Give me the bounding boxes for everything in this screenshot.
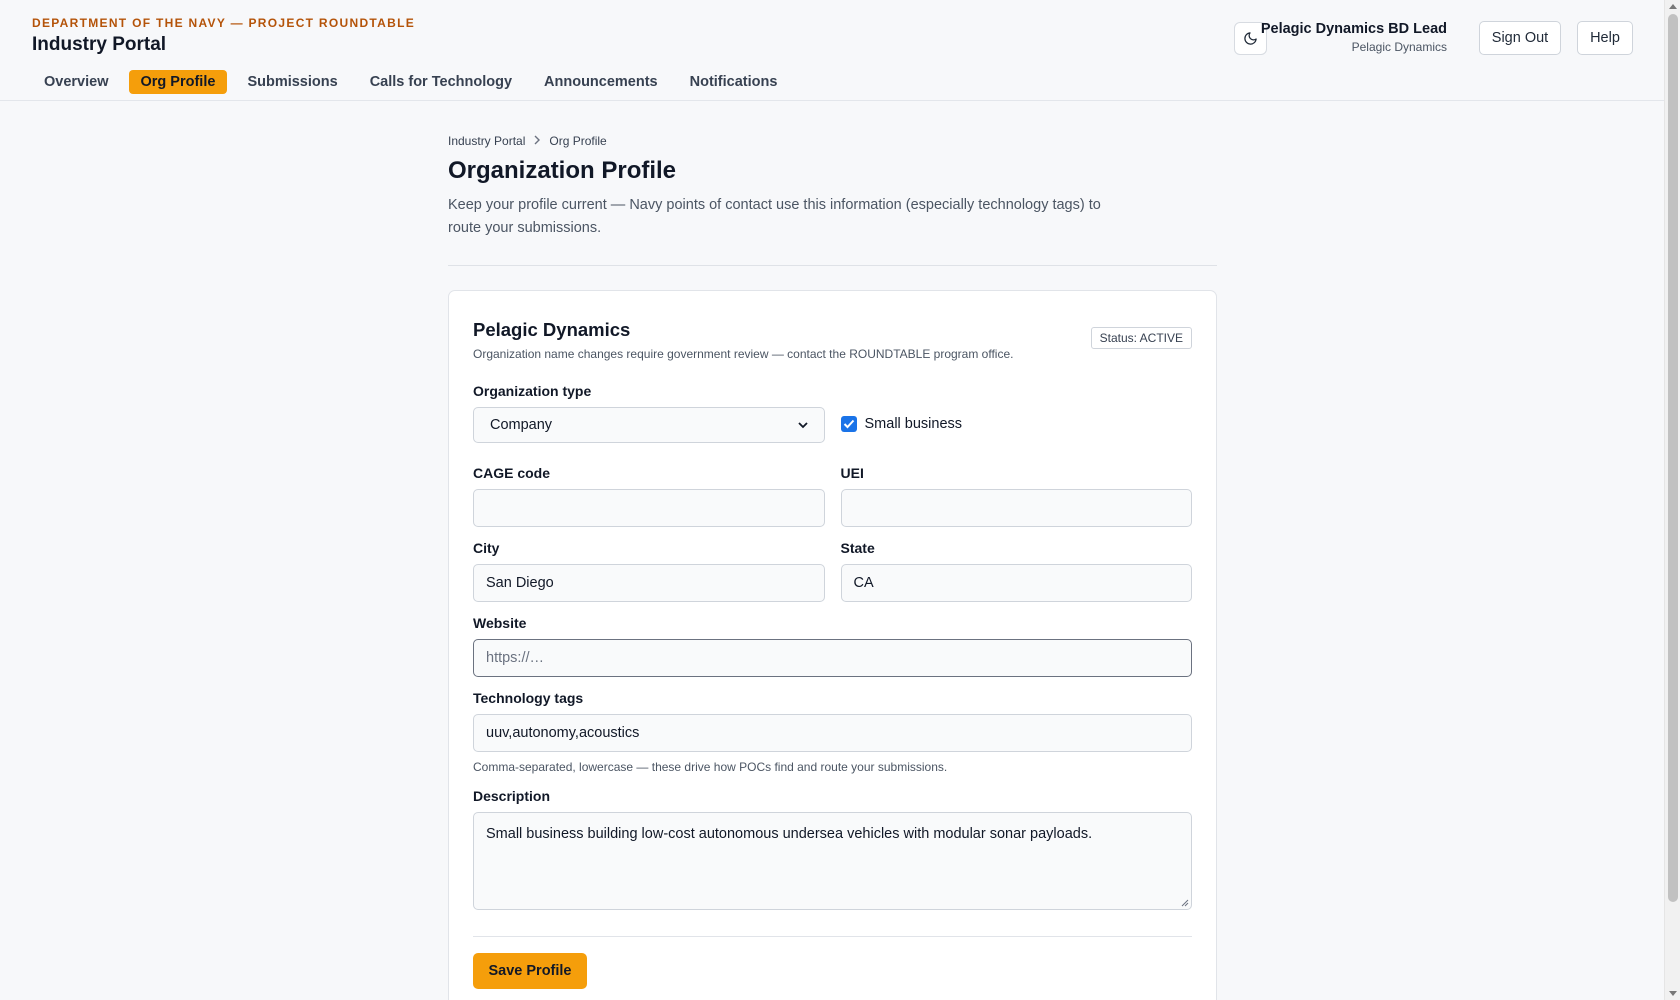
website-label: Website [473, 615, 527, 631]
department-eyebrow: DEPARTMENT OF THE NAVY — PROJECT ROUNDTA… [32, 16, 416, 30]
status-badge: Status: ACTIVE [1090, 327, 1192, 349]
main-content: Industry Portal Org Profile Organization… [448, 101, 1217, 1000]
tab-announcements[interactable]: Announcements [532, 70, 670, 94]
cage-code-label: CAGE code [473, 465, 551, 481]
scrollbar-thumb[interactable] [1668, 14, 1678, 902]
scroll-down-icon[interactable] [1669, 991, 1677, 996]
chevron-down-icon [797, 421, 808, 428]
tab-notifications[interactable]: Notifications [678, 70, 790, 94]
user-info: Pelagic Dynamics BD Lead Pelagic Dynamic… [1261, 21, 1447, 54]
state-label: State [840, 540, 875, 556]
save-profile-button[interactable]: Save Profile [473, 953, 587, 989]
moon-icon [1244, 32, 1257, 45]
resize-handle-icon[interactable] [1180, 898, 1189, 907]
tab-overview[interactable]: Overview [32, 70, 121, 94]
scroll-up-icon[interactable] [1669, 4, 1677, 9]
state-input[interactable]: CA [840, 564, 1192, 602]
description-textarea[interactable]: Small business building low-cost autonom… [473, 812, 1192, 910]
description-text: Small business building low-cost autonom… [486, 826, 1093, 842]
cage-code-input[interactable] [473, 489, 825, 527]
tab-calls-for-technology[interactable]: Calls for Technology [358, 70, 524, 94]
chevron-right-icon [533, 134, 541, 148]
organization-name: Pelagic Dynamics [473, 319, 631, 340]
uei-label: UEI [840, 465, 864, 481]
uei-input[interactable] [840, 489, 1192, 527]
organization-name-note: Organization name changes require govern… [473, 347, 1014, 361]
page-title: Organization Profile [448, 157, 677, 184]
checkmark-icon [843, 419, 854, 429]
org-type-select[interactable]: Company [473, 407, 825, 443]
main-tabs: Overview Org Profile Submissions Calls f… [32, 70, 789, 94]
portal-title: Industry Portal [32, 34, 167, 55]
card-header: Pelagic Dynamics Organization name chang… [473, 319, 1192, 361]
page-description: Keep your profile current — Navy points … [448, 197, 1101, 236]
technology-tags-input[interactable]: uuv,autonomy,acoustics [473, 714, 1192, 752]
small-business-checkbox[interactable] [840, 416, 857, 432]
website-input[interactable]: https://… [473, 639, 1192, 677]
user-name: Pelagic Dynamics BD Lead [1260, 21, 1447, 37]
breadcrumb: Industry Portal Org Profile [448, 134, 1217, 148]
small-business-option: Small business [840, 406, 1193, 442]
technology-tags-hint: Comma-separated, lowercase — these drive… [473, 760, 948, 774]
small-business-label: Small business [864, 416, 963, 432]
page-scrollbar[interactable] [1664, 0, 1680, 1000]
top-navigation-bar: DEPARTMENT OF THE NAVY — PROJECT ROUNDTA… [0, 0, 1664, 101]
form-divider [473, 936, 1192, 937]
help-button[interactable]: Help [1577, 21, 1633, 55]
org-type-value: Company [490, 417, 553, 433]
org-type-label: Organization type [473, 383, 592, 399]
sign-out-button[interactable]: Sign Out [1479, 21, 1561, 55]
website-placeholder: https://… [486, 650, 545, 666]
description-label: Description [473, 788, 551, 804]
technology-tags-label: Technology tags [473, 690, 584, 706]
breadcrumb-industry-portal[interactable]: Industry Portal [448, 134, 525, 148]
tab-org-profile[interactable]: Org Profile [128, 70, 228, 94]
section-divider [448, 265, 1217, 266]
breadcrumb-org-profile: Org Profile [549, 134, 607, 148]
tab-submissions[interactable]: Submissions [235, 70, 349, 94]
user-organization: Pelagic Dynamics [1351, 40, 1447, 54]
city-label: City [473, 540, 500, 556]
organization-profile-card: Pelagic Dynamics Organization name chang… [448, 290, 1217, 1000]
city-input[interactable]: San Diego [473, 564, 825, 602]
